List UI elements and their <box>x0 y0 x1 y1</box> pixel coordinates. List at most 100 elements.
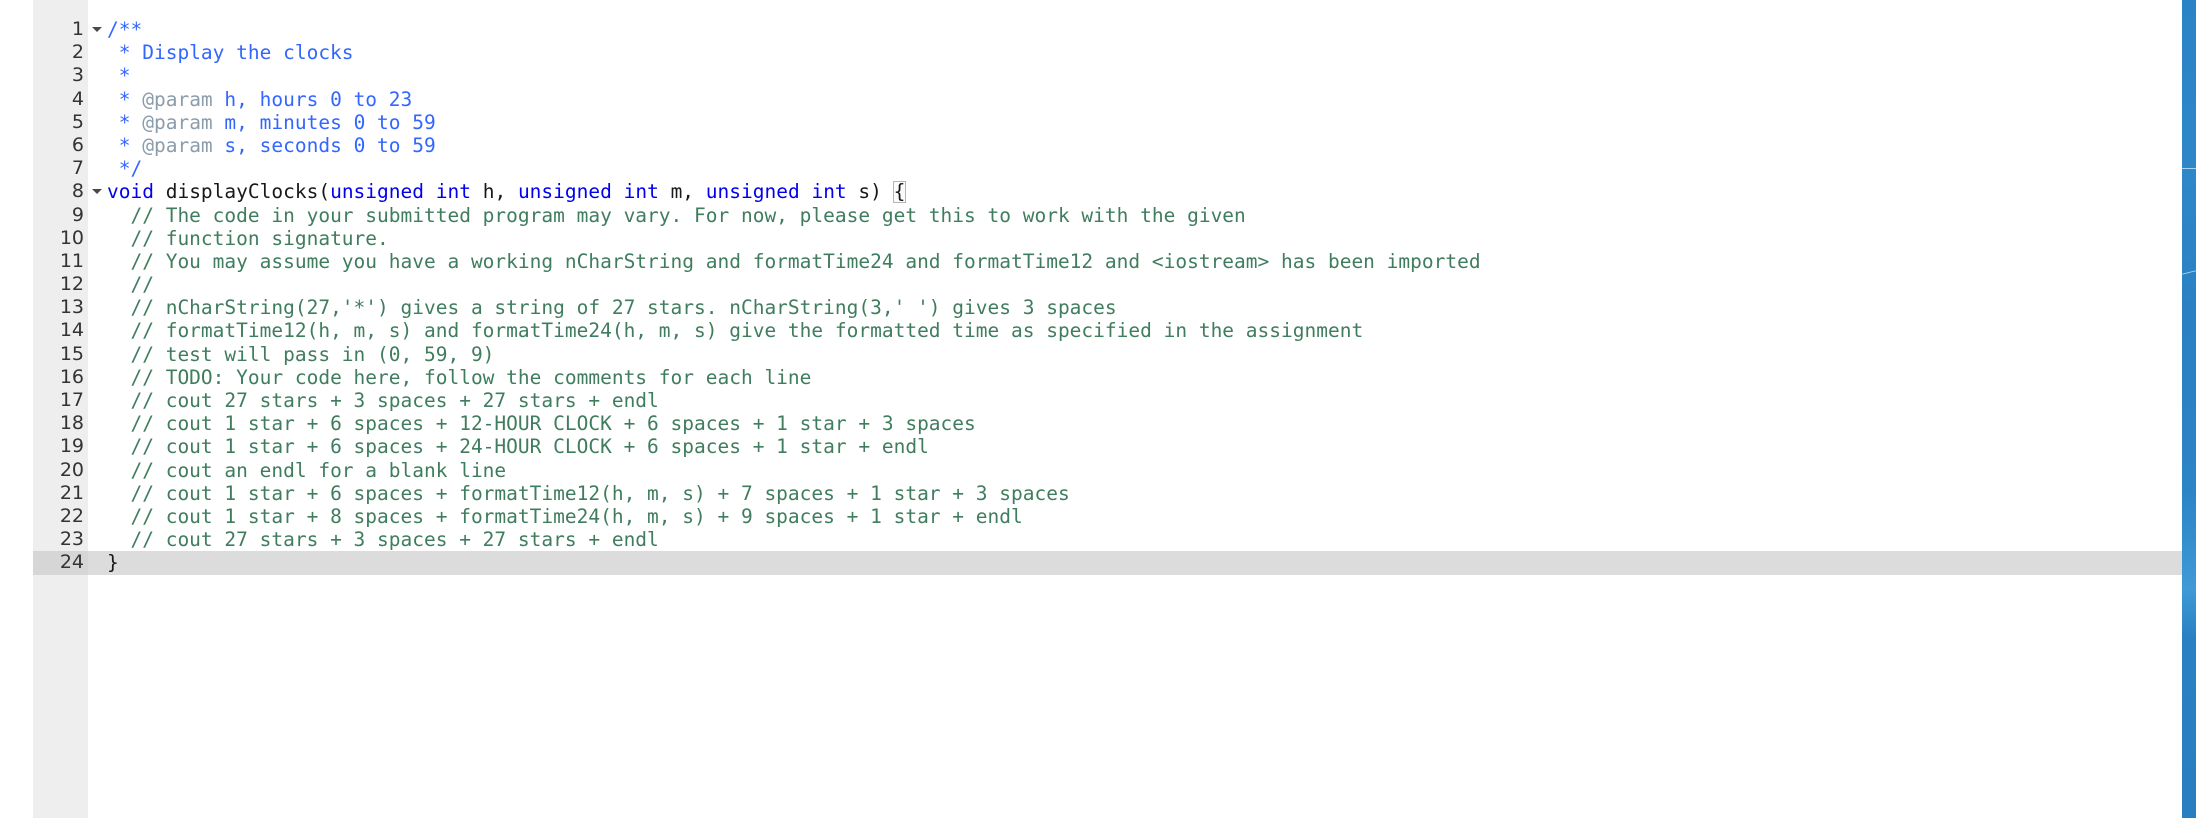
code-line-text[interactable]: // test will pass in (0, 59, 9) <box>107 343 494 366</box>
code-line-text[interactable]: * <box>107 64 131 87</box>
code-token-doc: */ <box>107 157 143 181</box>
code-line[interactable]: 6 * @param s, seconds 0 to 59 <box>0 133 2196 158</box>
code-line-text[interactable]: void displayClocks(unsigned int h, unsig… <box>107 180 907 204</box>
code-line-text[interactable]: // cout 1 star + 6 spaces + 12-HOUR CLOC… <box>107 412 975 435</box>
code-editor[interactable]: 1/** 2 * Display the clocks 3 * 4 * @param … <box>0 0 2196 818</box>
line-number[interactable]: 3 <box>33 64 88 88</box>
code-line-text[interactable]: * @param m, minutes 0 to 59 <box>107 111 436 134</box>
line-number[interactable]: 5 <box>33 110 88 134</box>
desktop-background-strip <box>2182 0 2196 818</box>
code-line[interactable]: 16 // TODO: Your code here, follow the c… <box>0 365 2196 389</box>
gutter-bottom-filler <box>33 790 88 818</box>
code-line[interactable]: 4 * @param h, hours 0 to 23 <box>0 87 2196 111</box>
code-line-text[interactable]: // The code in your submitted program ma… <box>107 203 1246 227</box>
line-number[interactable]: 4 <box>33 87 88 111</box>
code-line-text[interactable]: /** <box>107 18 142 41</box>
code-line-text[interactable]: // <box>107 273 154 297</box>
code-line-text[interactable]: // TODO: Your code here, follow the comm… <box>107 366 811 389</box>
code-line[interactable]: 17 // cout 27 stars + 3 spaces + 27 star… <box>0 389 2196 413</box>
code-line[interactable]: 24} <box>0 551 2196 575</box>
code-line-text[interactable]: * @param s, seconds 0 to 59 <box>107 134 436 157</box>
code-line[interactable]: 1 /** <box>0 18 2196 42</box>
line-number[interactable]: 15 <box>33 342 88 366</box>
line-number[interactable]: 19 <box>33 435 88 459</box>
code-line-text[interactable]: // You may assume you have a working nCh… <box>107 250 1480 273</box>
code-line-text[interactable]: // cout 1 star + 6 spaces + 24-HOUR CLOC… <box>107 435 928 458</box>
code-line[interactable]: 20 // cout an endl for a blank line <box>0 458 2196 482</box>
desktop-glint-upper <box>2182 168 2196 169</box>
code-line-text[interactable]: // function signature. <box>107 227 388 250</box>
code-line[interactable]: 14 // formatTime12(h, m, s) and formatTi… <box>0 319 2196 343</box>
line-number[interactable]: 20 <box>33 458 88 482</box>
code-line[interactable]: 15 // test will pass in (0, 59, 9) <box>0 342 2196 366</box>
code-line[interactable]: 10 // function signature. <box>0 226 2196 250</box>
line-number[interactable]: 13 <box>33 296 88 320</box>
line-number[interactable]: 18 <box>33 412 88 436</box>
code-token-doc: * <box>107 110 143 134</box>
line-number[interactable]: 10 <box>33 226 88 250</box>
code-line[interactable]: 22 // cout 1 star + 8 spaces + formatTim… <box>0 504 2196 529</box>
line-number[interactable]: 7 <box>33 157 88 181</box>
code-token-cmt: // The code in your submitted program ma… <box>130 203 1246 227</box>
code-line[interactable]: 18 // cout 1 star + 6 spaces + 12-HOUR C… <box>0 412 2196 436</box>
code-fold-arrow-icon[interactable] <box>91 180 105 203</box>
line-number[interactable]: 11 <box>33 249 88 274</box>
code-line[interactable]: 19 // cout 1 star + 6 spaces + 24-HOUR C… <box>0 435 2196 459</box>
code-line-text[interactable]: // cout 27 stars + 3 spaces + 27 stars +… <box>107 389 659 412</box>
line-number[interactable]: 23 <box>33 528 88 552</box>
code-token-cmt: // cout 1 star + 6 spaces + formatTime12… <box>130 481 1070 505</box>
code-line[interactable]: 21 // cout 1 star + 6 spaces + formatTim… <box>0 481 2196 505</box>
code-token-cmt: // TODO: Your code here, follow the comm… <box>130 365 812 389</box>
code-line-text[interactable]: } <box>107 551 119 574</box>
code-line-text[interactable]: // cout 1 star + 8 spaces + formatTime24… <box>107 505 1022 528</box>
code-line[interactable]: 5 * @param m, minutes 0 to 59 <box>0 110 2196 134</box>
line-number[interactable]: 21 <box>33 481 88 505</box>
code-line[interactable]: 2 * Display the clocks <box>0 41 2196 65</box>
code-line-text[interactable]: // nCharString(27,'*') gives a string of… <box>107 296 1116 319</box>
code-line[interactable]: 8 void displayClocks(unsigned int h, unsi… <box>0 180 2196 204</box>
code-line-text[interactable]: // cout 1 star + 6 spaces + formatTime12… <box>107 481 1070 505</box>
code-line[interactable]: 9 // The code in your submitted program … <box>0 203 2196 227</box>
code-line[interactable]: 12 // <box>0 273 2196 297</box>
code-line-text[interactable]: * Display the clocks <box>107 41 354 64</box>
code-line[interactable]: 23 // cout 27 stars + 3 spaces + 27 star… <box>0 528 2196 552</box>
line-number[interactable]: 17 <box>33 389 88 413</box>
line-number[interactable]: 8 <box>33 180 88 204</box>
code-token-cmt: // cout 27 stars + 3 spaces + 27 stars +… <box>130 389 659 412</box>
code-token-doc: s, seconds 0 to 59 <box>212 133 436 157</box>
chevron-down-icon <box>92 27 102 32</box>
line-number[interactable]: 22 <box>33 504 88 529</box>
code-token-kw: unsigned int <box>517 180 659 204</box>
code-line-text[interactable]: // cout an endl for a blank line <box>107 459 506 482</box>
line-number[interactable]: 24 <box>33 551 88 575</box>
code-token-kw: unsigned int <box>330 180 471 204</box>
code-line[interactable]: 3 * <box>0 64 2196 88</box>
code-line[interactable]: 11 // You may assume you have a working … <box>0 249 2196 274</box>
code-line-text[interactable]: */ <box>107 157 143 181</box>
line-number[interactable]: 16 <box>33 365 88 389</box>
code-line-text[interactable]: // cout 27 stars + 3 spaces + 27 stars +… <box>107 528 659 552</box>
line-number[interactable]: 12 <box>33 273 88 297</box>
code-token-doc: * <box>107 87 143 111</box>
line-number[interactable]: 14 <box>33 319 88 343</box>
line-number[interactable]: 1 <box>33 18 88 42</box>
code-line[interactable]: 13 // nCharString(27,'*') gives a string… <box>0 296 2196 320</box>
line-number[interactable]: 2 <box>33 41 88 65</box>
code-token-cmt: // formatTime12(h, m, s) and formatTime2… <box>130 319 1364 343</box>
code-line[interactable]: 7 */ <box>0 157 2196 181</box>
chevron-down-icon <box>92 189 102 195</box>
code-token-doc: * Display the clocks <box>107 41 354 65</box>
line-number[interactable]: 6 <box>33 133 88 158</box>
code-token-cmt: // <box>130 273 154 297</box>
code-token-plain: displayClocks( <box>153 180 331 204</box>
code-token-cmt: // cout 27 stars + 3 spaces + 27 stars +… <box>130 528 659 552</box>
code-line-text[interactable]: // formatTime12(h, m, s) and formatTime2… <box>107 319 1363 342</box>
line-number[interactable]: 9 <box>33 203 88 227</box>
code-token-doc: /** <box>107 18 143 41</box>
code-token-plain: h, <box>470 180 518 204</box>
code-fold-arrow-icon[interactable] <box>91 18 105 41</box>
code-line-text[interactable]: * @param h, hours 0 to 23 <box>107 87 413 111</box>
